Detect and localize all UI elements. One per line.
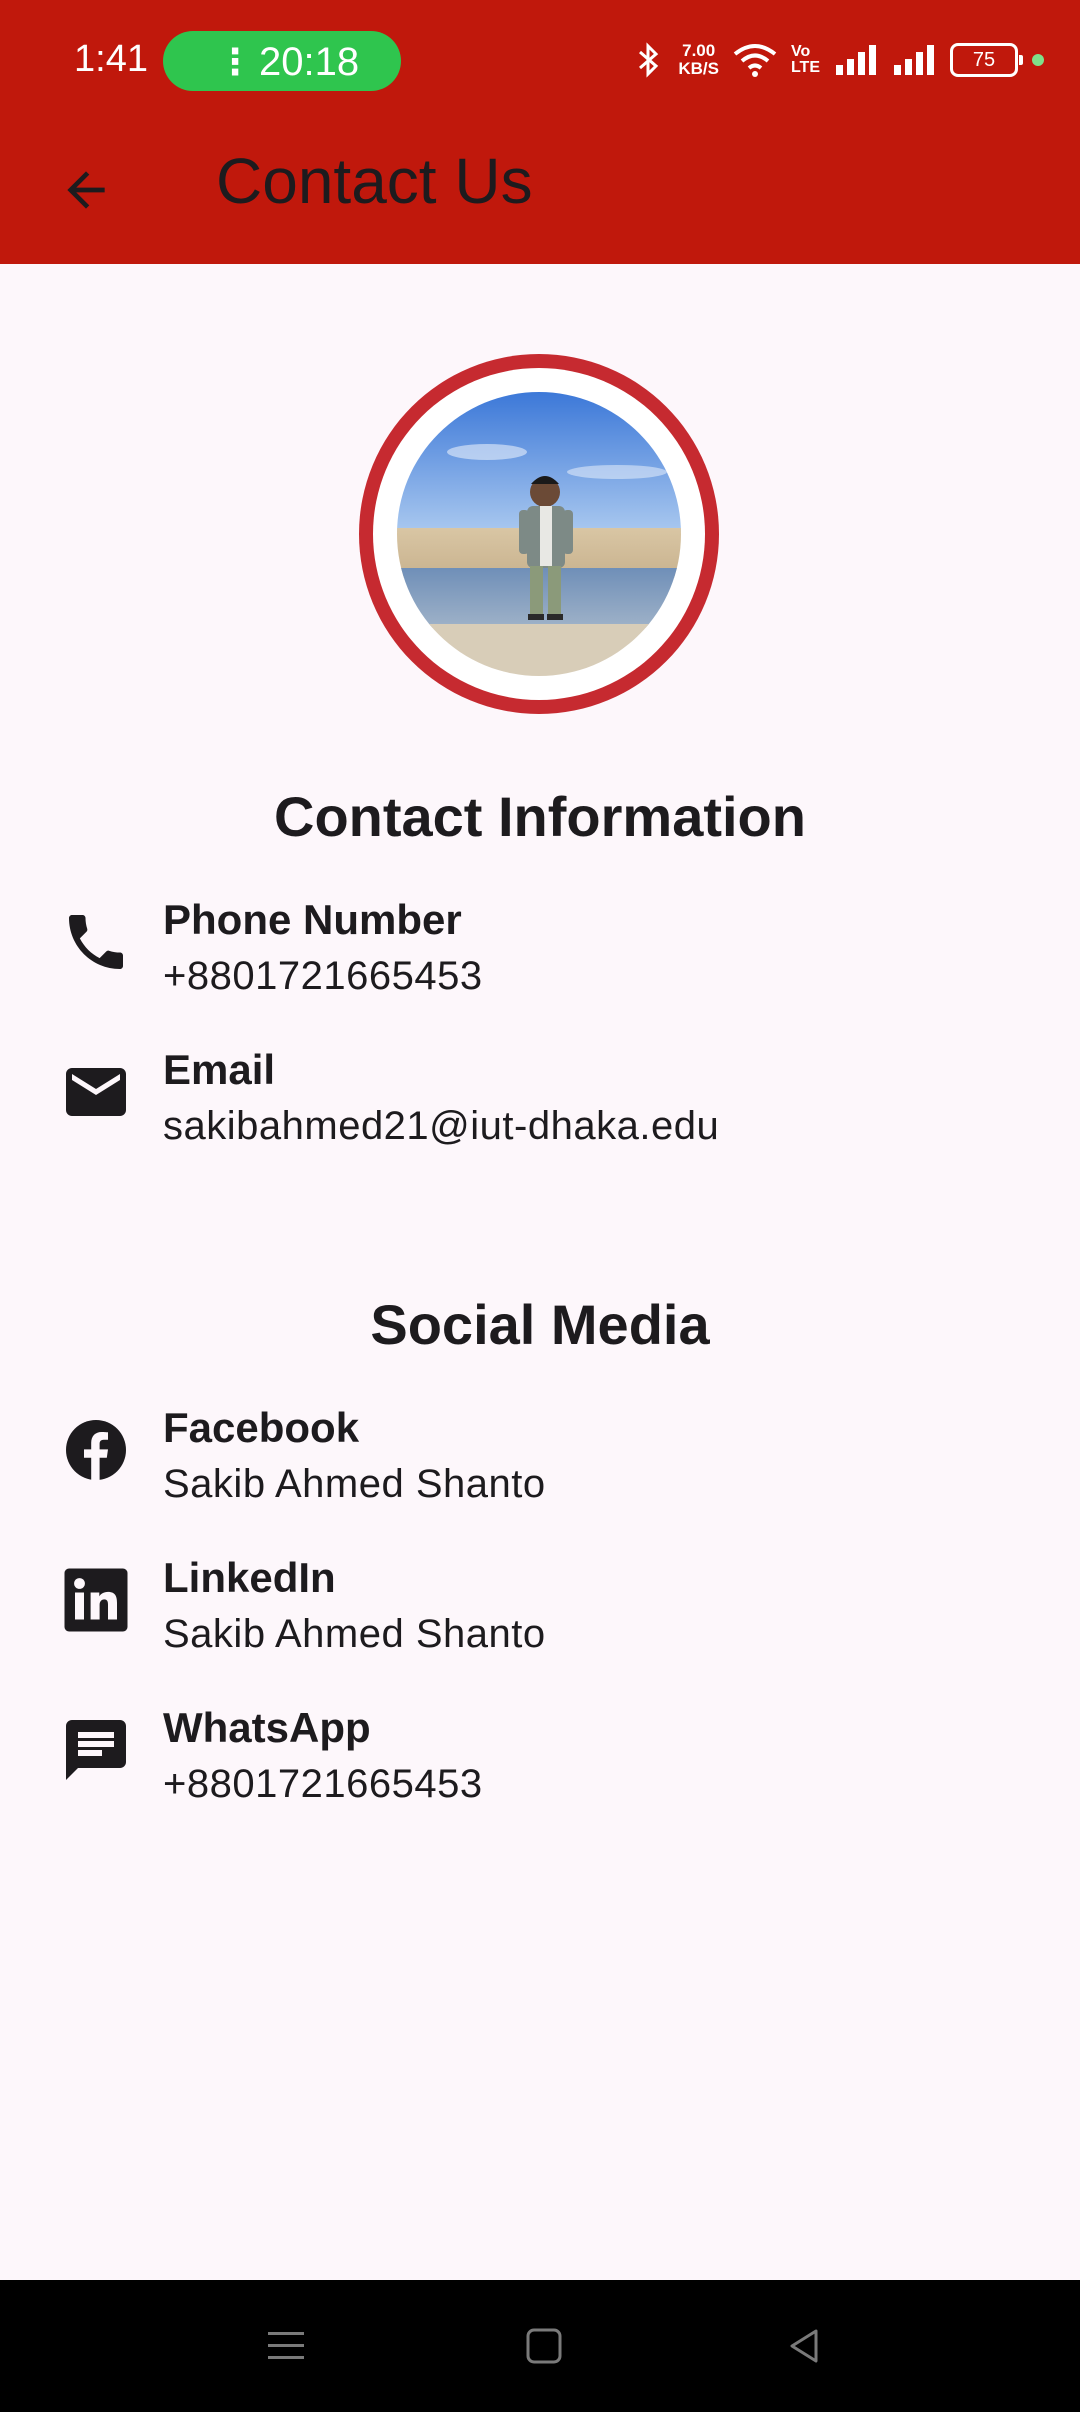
triangle-back-icon <box>790 2329 818 2363</box>
facebook-label: Facebook <box>163 1404 360 1451</box>
phone-label: Phone Number <box>163 896 462 943</box>
call-timer: 20:18 <box>259 40 360 84</box>
contact-information-heading: Contact Information <box>274 785 806 848</box>
social-row-linkedin[interactable]: LinkedIn Sakib Ahmed Shanto <box>60 1554 1020 1684</box>
call-indicator-icon: ⋮ <box>217 41 253 82</box>
email-value: sakibahmed21@iut-dhaka.edu <box>163 1104 720 1148</box>
battery-icon: 75 <box>950 43 1023 77</box>
whatsapp-label: WhatsApp <box>163 1704 371 1751</box>
network-speed: 7.00 KB/S <box>678 41 719 78</box>
wifi-icon <box>733 44 777 77</box>
social-media-heading: Social Media <box>370 1293 710 1356</box>
back-nav-button[interactable] <box>764 2310 844 2382</box>
page-title: Contact Us <box>216 145 533 217</box>
ongoing-call-pill[interactable]: ⋮ 20:18 <box>163 31 401 91</box>
email-label: Email <box>163 1046 276 1093</box>
volte-icon: Vo LTE <box>790 43 820 76</box>
social-row-facebook[interactable]: Facebook Sakib Ahmed Shanto <box>60 1404 1020 1534</box>
linkedin-label: LinkedIn <box>163 1554 336 1601</box>
mail-icon <box>66 1068 126 1116</box>
facebook-icon <box>66 1420 126 1480</box>
privacy-indicator-dot <box>1032 54 1044 66</box>
back-button[interactable] <box>46 150 126 230</box>
status-bar: 1:41 ⋮ 20:18 7.00 KB/S Vo LTE 75 <box>0 0 1080 124</box>
status-icons: 7.00 KB/S Vo LTE 75 <box>634 30 1044 90</box>
social-row-whatsapp[interactable]: WhatsApp +8801721665453 <box>60 1704 1020 1834</box>
status-time: 1:41 <box>74 38 148 80</box>
phone-icon <box>69 915 123 969</box>
linkedin-icon <box>64 1568 128 1632</box>
chat-icon <box>66 1720 126 1780</box>
contact-row-phone[interactable]: Phone Number +8801721665453 <box>60 896 1020 1026</box>
bluetooth-icon <box>639 42 659 78</box>
contact-row-email[interactable]: Email sakibahmed21@iut-dhaka.edu <box>60 1046 1020 1176</box>
system-navigation-bar <box>0 2280 1080 2412</box>
linkedin-value: Sakib Ahmed Shanto <box>163 1612 546 1656</box>
whatsapp-value: +8801721665453 <box>163 1762 483 1806</box>
app-bar: Contact Us <box>0 124 1080 264</box>
profile-photo <box>397 392 681 676</box>
arrow-back-icon <box>67 171 105 209</box>
phone-value: +8801721665453 <box>163 954 483 998</box>
home-button[interactable] <box>504 2310 584 2382</box>
signal-icon-sim1 <box>836 45 876 75</box>
profile-avatar <box>359 354 719 714</box>
square-icon <box>526 2328 562 2364</box>
signal-icon-sim2 <box>894 45 934 75</box>
facebook-value: Sakib Ahmed Shanto <box>163 1462 546 1506</box>
recent-apps-button[interactable] <box>246 2310 326 2382</box>
menu-icon <box>268 2332 304 2359</box>
